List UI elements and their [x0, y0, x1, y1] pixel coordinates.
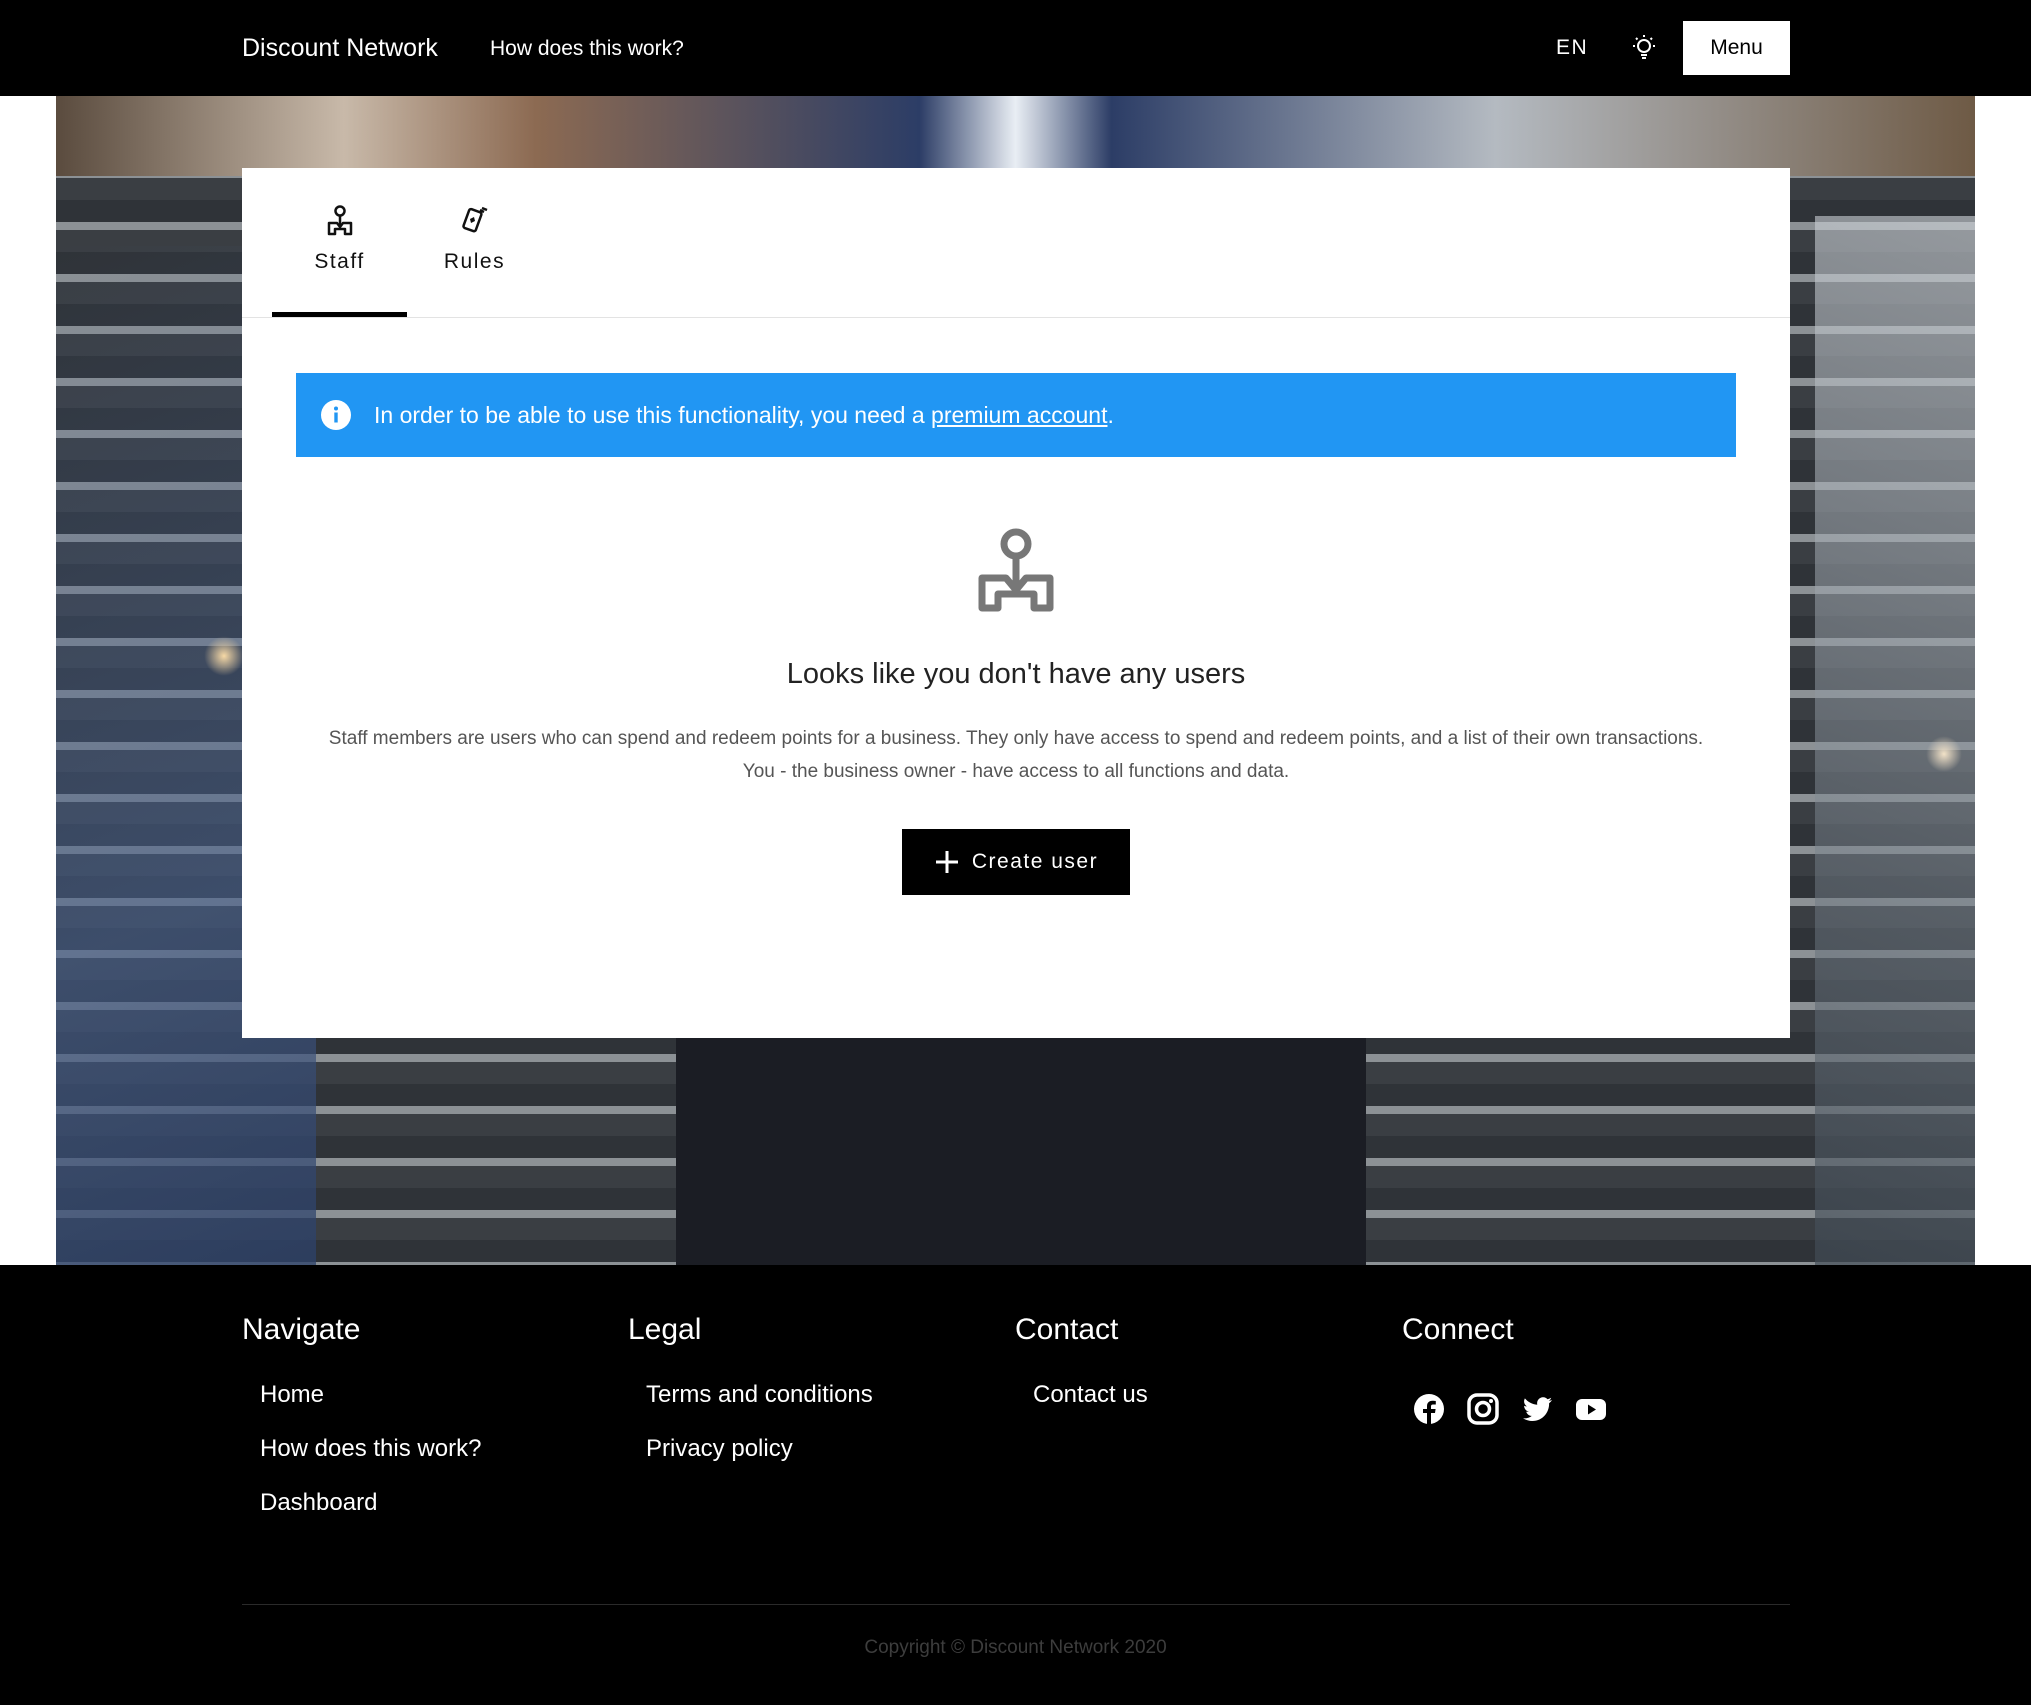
footer-link-how-it-works[interactable]: How does this work? — [260, 1434, 481, 1464]
top-navbar: Discount Network How does this work? EN … — [0, 0, 2031, 96]
copyright-text: Copyright © Discount Network 2020 — [864, 1637, 1167, 1658]
footer-heading-contact: Contact — [1015, 1313, 1119, 1346]
alert-text: In order to be able to use this function… — [374, 402, 932, 428]
footer-divider — [242, 1604, 1790, 1605]
hero-photo-top — [56, 96, 1975, 176]
tab-rules[interactable]: Rules — [407, 168, 542, 318]
footer-link-terms[interactable]: Terms and conditions — [646, 1380, 873, 1410]
alert-suffix: . — [1107, 402, 1114, 428]
footer-link-home[interactable]: Home — [260, 1380, 481, 1410]
staff-icon — [978, 528, 1054, 612]
create-user-label: Create user — [971, 850, 1099, 873]
footer-heading-connect: Connect — [1402, 1313, 1514, 1346]
tab-rules-label: Rules — [443, 250, 506, 273]
twitter-icon[interactable] — [1520, 1392, 1554, 1426]
brand-logo[interactable]: Discount Network — [242, 31, 438, 65]
footer-connect-column: Connect — [1402, 1310, 1628, 1426]
active-tab-indicator — [272, 312, 407, 317]
info-icon — [321, 400, 351, 430]
premium-alert: In order to be able to use this function… — [296, 373, 1736, 457]
footer-link-privacy[interactable]: Privacy policy — [646, 1434, 873, 1464]
footer-link-contact-us[interactable]: Contact us — [1033, 1380, 1148, 1410]
footer-navigate-column: Navigate Home How does this work? Dashbo… — [242, 1310, 481, 1542]
footer-contact-column: Contact Contact us — [1015, 1310, 1148, 1434]
footer-legal-column: Legal Terms and conditions Privacy polic… — [628, 1310, 873, 1488]
lightbulb-icon[interactable] — [1629, 33, 1659, 63]
footer-heading-legal: Legal — [628, 1313, 702, 1346]
cards-icon — [461, 206, 487, 233]
staff-card: Staff Rules In order to be able to use t… — [242, 168, 1790, 1038]
hero-light-spot — [204, 636, 244, 676]
tab-bar: Staff Rules — [242, 168, 1790, 318]
facebook-icon[interactable] — [1412, 1392, 1446, 1426]
alert-message: In order to be able to use this function… — [374, 400, 1114, 430]
create-user-button[interactable]: Create user — [902, 829, 1130, 895]
how-does-this-work-link[interactable]: How does this work? — [490, 34, 684, 64]
empty-state-description: Staff members are users who can spend an… — [328, 728, 1704, 782]
menu-button[interactable]: Menu — [1683, 21, 1790, 75]
instagram-icon[interactable] — [1466, 1392, 1500, 1426]
staff-icon — [327, 205, 352, 236]
footer-link-dashboard[interactable]: Dashboard — [260, 1488, 481, 1518]
social-links — [1412, 1392, 1628, 1426]
tab-staff[interactable]: Staff — [272, 168, 407, 318]
footer-heading-navigate: Navigate — [242, 1313, 361, 1346]
language-selector[interactable]: EN — [1556, 33, 1588, 63]
tab-staff-label: Staff — [314, 250, 365, 273]
empty-state-title: Looks like you don't have any users — [786, 658, 1246, 690]
youtube-icon[interactable] — [1574, 1392, 1608, 1426]
premium-account-link[interactable]: premium account — [931, 402, 1107, 428]
plus-icon — [935, 851, 958, 873]
hero-light-spot — [1926, 736, 1962, 772]
